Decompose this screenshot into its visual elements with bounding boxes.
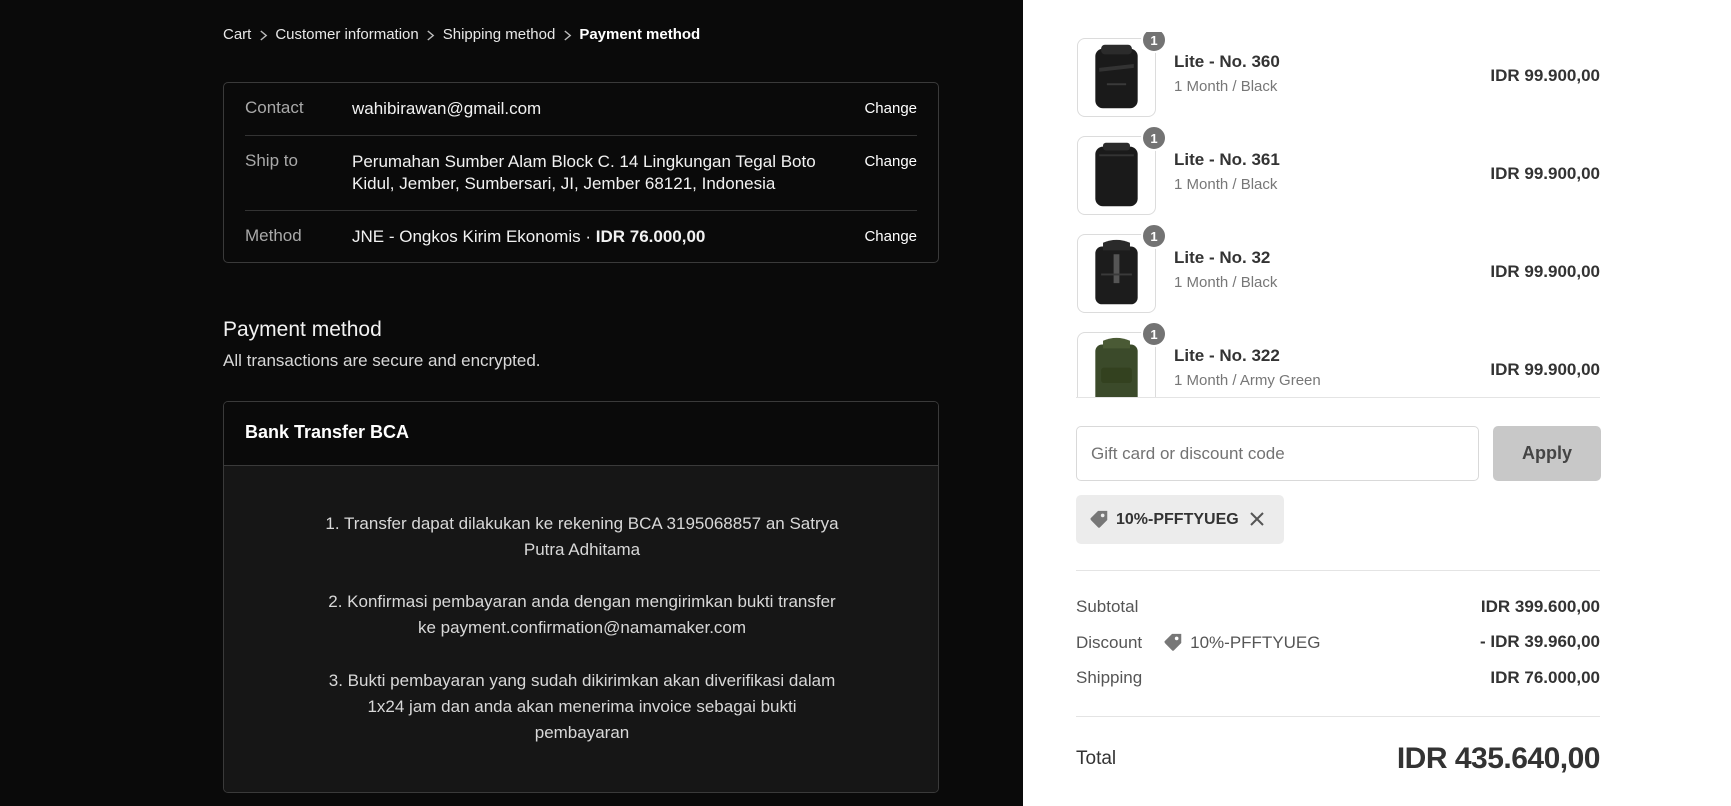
product-image bbox=[1077, 38, 1156, 117]
method-value: JNE - Ongkos Kirim Ekonomis · IDR 76.000… bbox=[352, 226, 822, 248]
chevron-right-icon bbox=[555, 27, 579, 43]
checkout-main-panel: Cart Customer information Shipping metho… bbox=[0, 0, 1023, 806]
divider bbox=[245, 210, 917, 211]
total-label: Total bbox=[1076, 748, 1117, 769]
shipping-value: IDR 76.000,00 bbox=[1490, 668, 1600, 687]
change-contact-link[interactable]: Change bbox=[864, 100, 917, 117]
tag-icon bbox=[1090, 510, 1108, 528]
list-item: 1 Lite - No. 322 1 Month / Army Green ID… bbox=[1076, 321, 1600, 397]
review-contact-row: Contact wahibirawan@gmail.com Change bbox=[245, 98, 917, 120]
product-price: IDR 99.900,00 bbox=[1490, 262, 1600, 281]
shipping-row: Shipping IDR 76.000,00 bbox=[1076, 668, 1600, 688]
subtotal-row: Subtotal IDR 399.600,00 bbox=[1076, 597, 1600, 617]
product-name: Lite - No. 322 bbox=[1174, 346, 1280, 365]
method-label: Method bbox=[245, 226, 302, 245]
discount-label-group: Discount 10%-PFFTYUEG bbox=[1076, 632, 1321, 654]
discount-code-input[interactable] bbox=[1076, 426, 1479, 481]
breadcrumb: Cart Customer information Shipping metho… bbox=[223, 26, 700, 43]
product-image bbox=[1077, 234, 1156, 313]
breadcrumb-customer-information[interactable]: Customer information bbox=[275, 26, 418, 43]
applied-discount-code: 10%-PFFTYUEG bbox=[1116, 510, 1239, 528]
ship-to-line2: Kidul, Jember, Sumbersari, JI, Jember 68… bbox=[352, 174, 776, 193]
list-item: 1 Lite - No. 361 1 Month / Black IDR 99.… bbox=[1076, 125, 1600, 215]
divider bbox=[245, 135, 917, 136]
product-image bbox=[1077, 136, 1156, 215]
chevron-right-icon bbox=[419, 27, 443, 43]
discount-label: Discount bbox=[1076, 633, 1143, 652]
breadcrumb-shipping-method[interactable]: Shipping method bbox=[443, 26, 556, 43]
quantity-badge: 1 bbox=[1141, 223, 1167, 249]
contact-value: wahibirawan@gmail.com bbox=[352, 99, 542, 118]
product-name: Lite - No. 32 bbox=[1174, 248, 1271, 267]
product-name: Lite - No. 361 bbox=[1174, 150, 1280, 169]
quantity-badge: 1 bbox=[1141, 125, 1167, 151]
list-item: 1 Lite - No. 360 1 Month / Black IDR 99.… bbox=[1076, 32, 1600, 117]
discount-value: - IDR 39.960,00 bbox=[1479, 632, 1600, 651]
product-price: IDR 99.900,00 bbox=[1490, 360, 1600, 379]
product-price: IDR 99.900,00 bbox=[1490, 66, 1600, 85]
product-variant: 1 Month / Black bbox=[1174, 176, 1278, 193]
payment-method-subtitle: All transactions are secure and encrypte… bbox=[223, 351, 541, 370]
total-value: IDR 435.640,00 bbox=[1396, 742, 1601, 775]
product-variant: 1 Month / Black bbox=[1174, 274, 1278, 291]
list-item: 1 Lite - No. 32 1 Month / Black IDR 99.9… bbox=[1076, 223, 1600, 313]
change-ship-to-link[interactable]: Change bbox=[864, 153, 917, 170]
instruction-3: 3. Bukti pembayaran yang sudah dikirimka… bbox=[328, 671, 836, 742]
product-price: IDR 99.900,00 bbox=[1490, 164, 1600, 183]
divider bbox=[1076, 570, 1600, 571]
breadcrumb-payment-method: Payment method bbox=[579, 26, 701, 43]
payment-option-box: Bank Transfer BCA 1. Transfer dapat dila… bbox=[223, 401, 939, 793]
payment-option-bank-transfer-bca[interactable]: Bank Transfer BCA bbox=[224, 402, 938, 466]
divider bbox=[1076, 716, 1600, 717]
review-method-row: Method JNE - Ongkos Kirim Ekonomis · IDR… bbox=[245, 226, 917, 248]
chevron-right-icon bbox=[251, 27, 275, 43]
discount-row: Discount 10%-PFFTYUEG - IDR 39.960,00 bbox=[1076, 632, 1600, 654]
tag-icon bbox=[1164, 633, 1182, 651]
cart-items-list[interactable]: 1 Lite - No. 360 1 Month / Black IDR 99.… bbox=[1076, 32, 1600, 398]
contact-label: Contact bbox=[245, 98, 304, 117]
method-price: IDR 76.000,00 bbox=[595, 227, 706, 246]
method-name: JNE - Ongkos Kirim Ekonomis · bbox=[352, 227, 596, 246]
payment-instructions: 1. Transfer dapat dilakukan ke rekening … bbox=[224, 466, 938, 792]
product-variant: 1 Month / Black bbox=[1174, 78, 1278, 95]
product-variant: 1 Month / Army Green bbox=[1174, 372, 1321, 389]
subtotal-value: IDR 399.600,00 bbox=[1480, 597, 1600, 616]
quantity-badge: 1 bbox=[1141, 321, 1167, 347]
ship-to-value: Perumahan Sumber Alam Block C. 14 Lingku… bbox=[352, 151, 822, 195]
ship-to-line1: Perumahan Sumber Alam Block C. 14 Lingku… bbox=[352, 152, 816, 171]
apply-button[interactable]: Apply bbox=[1493, 426, 1601, 481]
subtotal-label: Subtotal bbox=[1076, 597, 1139, 616]
breadcrumb-cart[interactable]: Cart bbox=[223, 26, 251, 43]
order-summary-panel: 1 Lite - No. 360 1 Month / Black IDR 99.… bbox=[1023, 0, 1731, 806]
instruction-1: 1. Transfer dapat dilakukan ke rekening … bbox=[325, 514, 839, 559]
change-method-link[interactable]: Change bbox=[864, 228, 917, 245]
quantity-badge: 1 bbox=[1141, 32, 1167, 53]
remove-discount-icon[interactable] bbox=[1248, 510, 1266, 528]
payment-method-title: Payment method bbox=[223, 318, 382, 341]
review-block: Contact wahibirawan@gmail.com Change Shi… bbox=[223, 82, 939, 263]
review-ship-to-row: Ship to Perumahan Sumber Alam Block C. 1… bbox=[245, 151, 917, 195]
product-name: Lite - No. 360 bbox=[1174, 52, 1280, 71]
ship-to-label: Ship to bbox=[245, 151, 298, 170]
instruction-2: 2. Konfirmasi pembayaran anda dengan men… bbox=[328, 592, 836, 637]
applied-discount-chip: 10%-PFFTYUEG bbox=[1076, 495, 1284, 544]
shipping-label: Shipping bbox=[1076, 668, 1143, 687]
discount-code: 10%-PFFTYUEG bbox=[1190, 633, 1321, 652]
